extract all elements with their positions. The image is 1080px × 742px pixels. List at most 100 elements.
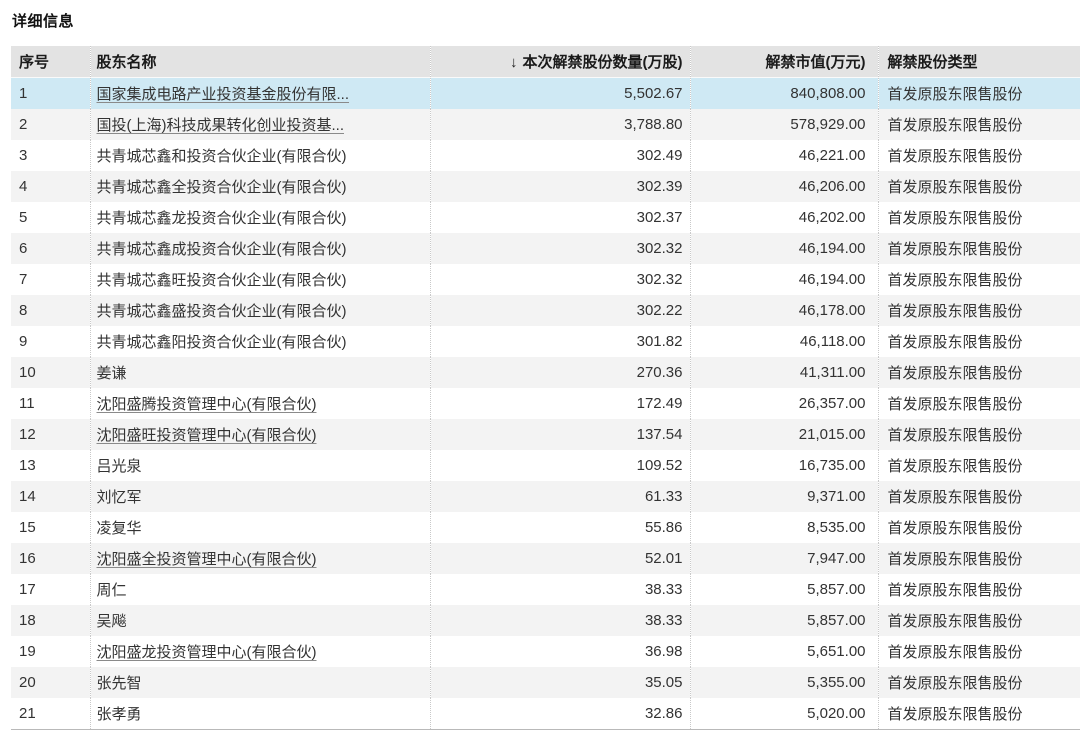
unlock-quantity: 270.36 <box>430 357 690 388</box>
shareholder-name: 共青城芯鑫和投资合伙企业(有限合伙) <box>90 140 430 171</box>
unlock-quantity: 302.49 <box>430 140 690 171</box>
share-type: 首发原股东限售股份 <box>878 512 1080 543</box>
unlock-value: 41,311.00 <box>690 357 878 388</box>
table-row[interactable]: 11沈阳盛腾投资管理中心(有限合伙)172.4926,357.00首发原股东限售… <box>11 388 1080 419</box>
row-index: 9 <box>11 326 90 357</box>
table-row[interactable]: 16沈阳盛全投资管理中心(有限合伙)52.017,947.00首发原股东限售股份 <box>11 543 1080 574</box>
unlock-quantity: 302.39 <box>430 171 690 202</box>
shareholder-name: 共青城芯鑫阳投资合伙企业(有限合伙) <box>90 326 430 357</box>
header-unlock-value[interactable]: 解禁市值(万元) <box>690 46 878 78</box>
row-index: 15 <box>11 512 90 543</box>
unlock-value: 7,947.00 <box>690 543 878 574</box>
table-row[interactable]: 3共青城芯鑫和投资合伙企业(有限合伙)302.4946,221.00首发原股东限… <box>11 140 1080 171</box>
table-row[interactable]: 1国家集成电路产业投资基金股份有限...5,502.67840,808.00首发… <box>11 78 1080 110</box>
share-type: 首发原股东限售股份 <box>878 109 1080 140</box>
detail-table: 序号 股东名称 ↓本次解禁股份数量(万股) 解禁市值(万元) 解禁股份类型 1国… <box>11 46 1080 730</box>
share-type: 首发原股东限售股份 <box>878 140 1080 171</box>
unlock-quantity: 302.32 <box>430 233 690 264</box>
share-type: 首发原股东限售股份 <box>878 574 1080 605</box>
shareholder-name: 共青城芯鑫龙投资合伙企业(有限合伙) <box>90 202 430 233</box>
share-type: 首发原股东限售股份 <box>878 450 1080 481</box>
unlock-value: 5,355.00 <box>690 667 878 698</box>
row-index: 4 <box>11 171 90 202</box>
shareholder-link[interactable]: 国家集成电路产业投资基金股份有限... <box>97 86 350 103</box>
unlock-value: 9,371.00 <box>690 481 878 512</box>
row-index: 10 <box>11 357 90 388</box>
share-type: 首发原股东限售股份 <box>878 481 1080 512</box>
table-row[interactable]: 14刘忆军61.339,371.00首发原股东限售股份 <box>11 481 1080 512</box>
table-header: 序号 股东名称 ↓ 本次解禁股份数量(万股) 解禁市值(万元) 解禁股份类型 <box>11 46 1080 78</box>
shareholder-name: 国家集成电路产业投资基金股份有限... <box>90 78 430 110</box>
share-type: 首发原股东限售股份 <box>878 295 1080 326</box>
unlock-value: 46,178.00 <box>690 295 878 326</box>
unlock-value: 46,221.00 <box>690 140 878 171</box>
header-unlock-quantity[interactable]: ↓ 本次解禁股份数量(万股) <box>430 46 690 78</box>
header-shareholder[interactable]: 股东名称 <box>90 46 430 78</box>
unlock-value: 46,194.00 <box>690 264 878 295</box>
header-seq[interactable]: 序号 <box>11 46 90 78</box>
row-index: 6 <box>11 233 90 264</box>
table-row[interactable]: 12沈阳盛旺投资管理中心(有限合伙)137.5421,015.00首发原股东限售… <box>11 419 1080 450</box>
share-type: 首发原股东限售股份 <box>878 357 1080 388</box>
share-type: 首发原股东限售股份 <box>878 698 1080 730</box>
row-index: 16 <box>11 543 90 574</box>
table-row[interactable]: 2国投(上海)科技成果转化创业投资基...3,788.80578,929.00首… <box>11 109 1080 140</box>
unlock-quantity: 55.86 <box>430 512 690 543</box>
unlock-quantity: 301.82 <box>430 326 690 357</box>
share-type: 首发原股东限售股份 <box>878 326 1080 357</box>
unlock-quantity: 3,788.80 <box>430 109 690 140</box>
shareholder-name: 吕光泉 <box>90 450 430 481</box>
unlock-quantity: 172.49 <box>430 388 690 419</box>
table-row[interactable]: 5共青城芯鑫龙投资合伙企业(有限合伙)302.3746,202.00首发原股东限… <box>11 202 1080 233</box>
unlock-quantity: 5,502.67 <box>430 78 690 110</box>
unlock-value: 8,535.00 <box>690 512 878 543</box>
shareholder-link[interactable]: 沈阳盛腾投资管理中心(有限合伙) <box>97 396 317 413</box>
table-row[interactable]: 13吕光泉109.5216,735.00首发原股东限售股份 <box>11 450 1080 481</box>
shareholder-link[interactable]: 国投(上海)科技成果转化创业投资基... <box>97 117 345 134</box>
shareholder-name: 共青城芯鑫旺投资合伙企业(有限合伙) <box>90 264 430 295</box>
unlock-value: 46,194.00 <box>690 233 878 264</box>
shareholder-link[interactable]: 沈阳盛全投资管理中心(有限合伙) <box>97 551 317 568</box>
shareholder-name: 共青城芯鑫盛投资合伙企业(有限合伙) <box>90 295 430 326</box>
header-share-type[interactable]: 解禁股份类型 <box>878 46 1080 78</box>
share-type: 首发原股东限售股份 <box>878 667 1080 698</box>
shareholder-name: 国投(上海)科技成果转化创业投资基... <box>90 109 430 140</box>
unlock-value: 5,020.00 <box>690 698 878 730</box>
unlock-quantity: 52.01 <box>430 543 690 574</box>
shareholder-name: 姜谦 <box>90 357 430 388</box>
sort-desc-icon: ↓ <box>510 54 518 71</box>
table-row[interactable]: 7共青城芯鑫旺投资合伙企业(有限合伙)302.3246,194.00首发原股东限… <box>11 264 1080 295</box>
share-type: 首发原股东限售股份 <box>878 171 1080 202</box>
row-index: 3 <box>11 140 90 171</box>
table-row[interactable]: 20张先智35.055,355.00首发原股东限售股份 <box>11 667 1080 698</box>
share-type: 首发原股东限售股份 <box>878 202 1080 233</box>
table-row[interactable]: 18吴飚38.335,857.00首发原股东限售股份 <box>11 605 1080 636</box>
row-index: 18 <box>11 605 90 636</box>
shareholder-link[interactable]: 沈阳盛旺投资管理中心(有限合伙) <box>97 427 317 444</box>
unlock-quantity: 61.33 <box>430 481 690 512</box>
unlock-value: 5,857.00 <box>690 605 878 636</box>
table-row[interactable]: 17周仁38.335,857.00首发原股东限售股份 <box>11 574 1080 605</box>
share-type: 首发原股东限售股份 <box>878 233 1080 264</box>
table-row[interactable]: 21张孝勇32.865,020.00首发原股东限售股份 <box>11 698 1080 730</box>
table-row[interactable]: 4共青城芯鑫全投资合伙企业(有限合伙)302.3946,206.00首发原股东限… <box>11 171 1080 202</box>
table-row[interactable]: 9共青城芯鑫阳投资合伙企业(有限合伙)301.8246,118.00首发原股东限… <box>11 326 1080 357</box>
table-row[interactable]: 6共青城芯鑫成投资合伙企业(有限合伙)302.3246,194.00首发原股东限… <box>11 233 1080 264</box>
shareholder-name: 沈阳盛全投资管理中心(有限合伙) <box>90 543 430 574</box>
unlock-quantity: 137.54 <box>430 419 690 450</box>
row-index: 21 <box>11 698 90 730</box>
unlock-quantity: 109.52 <box>430 450 690 481</box>
table-row[interactable]: 8共青城芯鑫盛投资合伙企业(有限合伙)302.2246,178.00首发原股东限… <box>11 295 1080 326</box>
table-row[interactable]: 15凌复华55.868,535.00首发原股东限售股份 <box>11 512 1080 543</box>
row-index: 8 <box>11 295 90 326</box>
shareholder-link[interactable]: 沈阳盛龙投资管理中心(有限合伙) <box>97 644 317 661</box>
table-row[interactable]: 10姜谦270.3641,311.00首发原股东限售股份 <box>11 357 1080 388</box>
table-row[interactable]: 19沈阳盛龙投资管理中心(有限合伙)36.985,651.00首发原股东限售股份 <box>11 636 1080 667</box>
unlock-quantity: 35.05 <box>430 667 690 698</box>
row-index: 12 <box>11 419 90 450</box>
row-index: 11 <box>11 388 90 419</box>
header-unlock-quantity-label: 本次解禁股份数量(万股) <box>523 54 683 71</box>
unlock-value: 46,206.00 <box>690 171 878 202</box>
page-title: 详细信息 <box>12 10 1080 31</box>
unlock-quantity: 32.86 <box>430 698 690 730</box>
